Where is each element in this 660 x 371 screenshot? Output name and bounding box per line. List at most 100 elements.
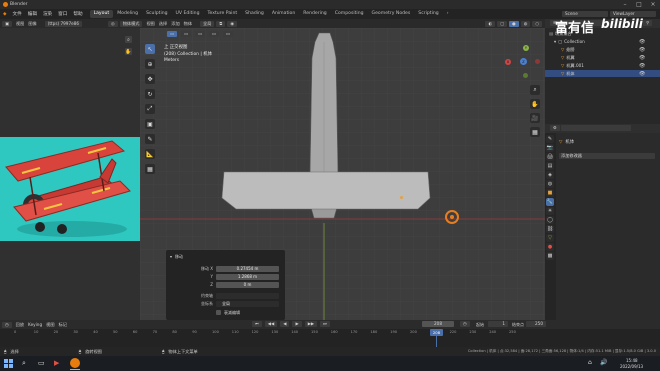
jump-keyframe-back-icon[interactable]: ◀◀	[264, 321, 278, 327]
measure-tool-icon[interactable]: 📐	[145, 149, 155, 159]
select-invert-icon[interactable]: ▭	[208, 31, 219, 37]
gizmo-z-axis[interactable]: Z	[520, 58, 527, 65]
object-props-icon[interactable]: ■	[546, 189, 554, 197]
timeline-area[interactable]: 0 10 20 30 40 50 60 70 80 90 100 110 120 130 140 150 160…	[0, 329, 660, 347]
zoom-view-icon[interactable]: ⌕	[530, 85, 540, 95]
end-frame-field[interactable]: 250	[526, 321, 546, 327]
render-props-icon[interactable]: 📷	[546, 144, 554, 152]
operator-header[interactable]: ▾ 移动	[166, 253, 285, 260]
tab-geometry-nodes[interactable]: Geometry Nodes	[368, 10, 415, 18]
tab-shading[interactable]: Shading	[241, 10, 268, 18]
collapse-chevron-icon[interactable]: ▾	[170, 254, 172, 259]
overlay-icon[interactable]: ◐	[485, 20, 496, 27]
tab-scroll-arrow[interactable]: ›	[443, 10, 453, 18]
image-editor-image-menu[interactable]: 图像	[28, 21, 36, 27]
viewport-add-menu[interactable]: 添加	[171, 21, 179, 27]
gizmo-neg-y[interactable]	[523, 73, 528, 78]
timeline-type-icon[interactable]: ◷	[2, 321, 12, 328]
world-props-icon[interactable]: ◍	[546, 180, 554, 188]
shading-solid-icon[interactable]: ●	[509, 20, 519, 27]
eye-icon[interactable]: 👁	[639, 70, 645, 78]
start-frame-field[interactable]: 1	[488, 321, 508, 327]
timeline-playback-menu[interactable]: 回放	[16, 322, 24, 328]
viewport-view-menu[interactable]: 视图	[146, 21, 154, 27]
add-cube-tool-icon[interactable]: ▦	[145, 164, 155, 174]
data-props-icon[interactable]: ▽	[546, 234, 554, 242]
tab-sculpting[interactable]: Sculpting	[142, 10, 171, 18]
perspective-toggle-icon[interactable]: ▦	[530, 127, 540, 137]
menu-file[interactable]: 文件	[10, 11, 25, 17]
current-frame-field[interactable]: 208	[422, 321, 454, 327]
view-layer-props-icon[interactable]: ▤	[546, 162, 554, 170]
add-modifier-button[interactable]: 添加修改器	[559, 153, 655, 159]
select-intersect-icon[interactable]: ▭	[222, 31, 233, 37]
close-icon[interactable]: ×	[646, 0, 660, 9]
transform-orientation-dropdown[interactable]: 全局	[200, 20, 215, 27]
shading-rendered-icon[interactable]: ○	[532, 20, 542, 27]
volume-icon[interactable]: 🔊	[600, 359, 607, 366]
blender-menu-icon[interactable]: ◆	[0, 12, 10, 17]
proportional-checkbox[interactable]	[216, 310, 221, 315]
viewport-editor-type-icon[interactable]: ◎	[108, 20, 118, 27]
properties-type-icon[interactable]: ⚙	[550, 125, 560, 131]
material-props-icon[interactable]: ●	[546, 243, 554, 251]
texture-props-icon[interactable]: ▩	[546, 252, 554, 260]
eye-icon[interactable]: 👁	[639, 62, 645, 70]
image-name-field[interactable]: (ttps) 7997e86	[44, 20, 83, 27]
annotate-tool-icon[interactable]: ✎	[145, 134, 155, 144]
viewport-object-menu[interactable]: 物体	[184, 21, 192, 27]
gizmo-y-axis[interactable]: Y	[523, 45, 529, 51]
snap-icon[interactable]: ⧉	[216, 20, 226, 27]
windows-start-icon[interactable]	[4, 359, 13, 368]
pan-hand-icon[interactable]: ✋	[125, 48, 132, 55]
eye-icon[interactable]: 👁	[639, 38, 645, 46]
task-view-icon[interactable]: ▭	[38, 359, 45, 367]
select-box-icon[interactable]: ▭	[167, 31, 177, 37]
tab-modeling[interactable]: Modeling	[113, 10, 142, 18]
constraints-props-icon[interactable]: ⛓	[546, 225, 554, 233]
constraint-dropdown[interactable]	[216, 292, 279, 299]
tab-uv-editing[interactable]: UV Editing	[172, 10, 204, 18]
tool-props-icon[interactable]: ✎	[546, 135, 554, 143]
orientation-dropdown[interactable]: 全局	[216, 300, 279, 307]
preview-range-icon[interactable]: ◷	[460, 321, 470, 327]
camera-view-icon[interactable]: 🎥	[530, 113, 540, 123]
gizmo-neg-x[interactable]	[535, 59, 540, 64]
properties-search-input[interactable]	[561, 125, 631, 131]
particles-props-icon[interactable]: ✳	[546, 207, 554, 215]
tab-layout[interactable]: Layout	[89, 10, 114, 18]
editor-type-icon[interactable]: ▣	[2, 20, 12, 27]
eye-icon[interactable]: 👁	[639, 54, 645, 62]
scene-props-icon[interactable]: ◈	[546, 171, 554, 179]
jump-keyframe-forward-icon[interactable]: ▶▶	[304, 321, 318, 327]
cursor-tool-icon[interactable]: ⊕	[145, 59, 155, 69]
modifier-props-icon[interactable]: 🔧	[546, 198, 554, 206]
shading-material-icon[interactable]: ◍	[520, 20, 531, 27]
timeline-view-menu[interactable]: 视图	[46, 322, 54, 328]
menu-help[interactable]: 帮助	[70, 11, 85, 17]
timeline-marker-menu[interactable]: 标记	[59, 322, 67, 328]
object-mode-dropdown[interactable]: 物体模式	[119, 20, 143, 27]
gizmo-x-axis[interactable]: X	[505, 59, 511, 65]
blender-taskbar-icon[interactable]	[70, 358, 80, 368]
play-reverse-icon[interactable]: ◀	[280, 321, 290, 327]
maximize-icon[interactable]: □	[632, 0, 646, 9]
network-icon[interactable]: ⌂	[588, 359, 592, 366]
menu-window[interactable]: 窗口	[55, 11, 70, 17]
video-app-icon[interactable]: ▶	[54, 359, 59, 367]
select-subtract-icon[interactable]: ▭	[194, 31, 205, 37]
pan-view-icon[interactable]: ✋	[530, 99, 540, 109]
play-icon[interactable]: ▶	[292, 321, 302, 327]
tab-scripting[interactable]: Scripting	[414, 10, 442, 18]
menu-render[interactable]: 渲染	[40, 11, 55, 17]
select-tool-icon[interactable]: ↖	[145, 44, 155, 54]
move-z-field[interactable]: 0 m	[216, 281, 279, 288]
menu-edit[interactable]: 编辑	[25, 11, 40, 17]
image-editor-view-menu[interactable]: 视图	[16, 21, 24, 27]
transform-tool-icon[interactable]: ▣	[145, 119, 155, 129]
outliner-filter-icon[interactable]: ⚲	[643, 20, 653, 26]
move-tool-icon[interactable]: ✥	[145, 74, 155, 84]
tab-rendering[interactable]: Rendering	[299, 10, 330, 18]
select-extend-icon[interactable]: ▭	[180, 31, 191, 37]
xray-icon[interactable]: ▢	[497, 20, 508, 27]
